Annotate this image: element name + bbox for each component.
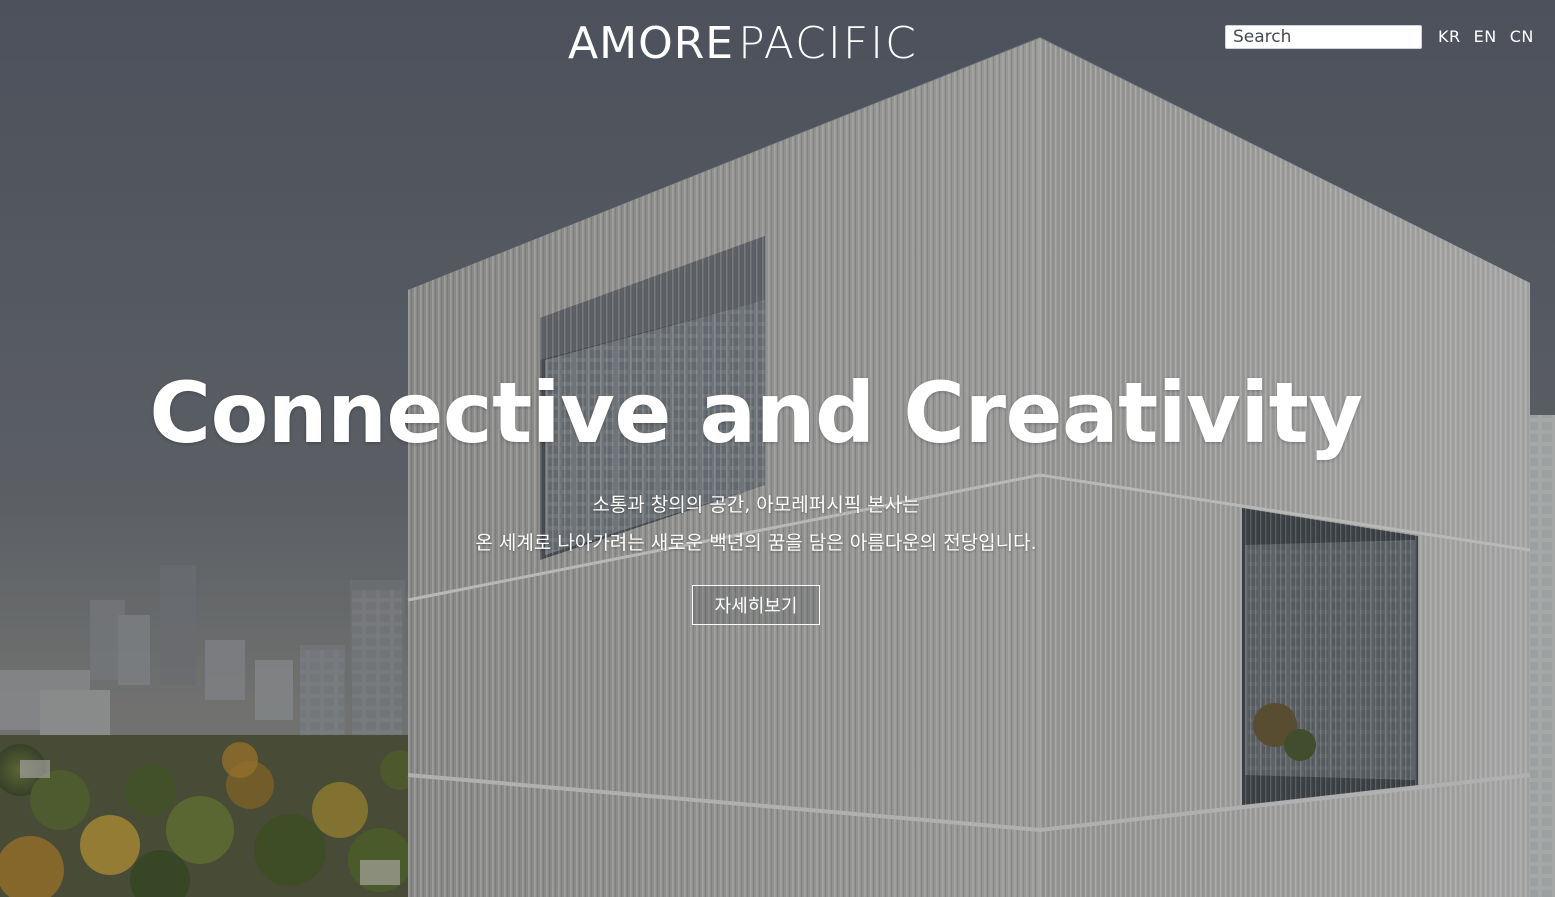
lang-cn-link[interactable]: CN [1510, 27, 1534, 46]
hero-description-line-1: 소통과 창의의 공간, 아모레퍼시픽 본사는 [592, 494, 920, 516]
lang-en-link[interactable]: EN [1474, 27, 1497, 46]
homepage: AMORE PACIFIC KR EN CN Connective and Cr… [0, 0, 1555, 897]
logo-word-amore: AMORE [568, 17, 735, 69]
logo-word-pacific: PACIFIC [738, 17, 918, 69]
language-selector: KR EN CN [1438, 25, 1534, 47]
search-input[interactable] [1225, 25, 1422, 49]
more-details-button[interactable]: 자세히보기 [692, 585, 820, 625]
hero-description: 소통과 창의의 공간, 아모레퍼시픽 본사는 온 세계로 나아가려는 새로운 백… [0, 486, 1512, 562]
amorepacific-logo[interactable]: AMORE PACIFIC [568, 17, 918, 69]
hero-title: Connective and Creativity [149, 364, 1363, 462]
hero-description-line-2: 온 세계로 나아가려는 새로운 백년의 꿈을 담은 아름다운의 전당입니다. [475, 532, 1037, 554]
lang-kr-link[interactable]: KR [1438, 27, 1461, 46]
